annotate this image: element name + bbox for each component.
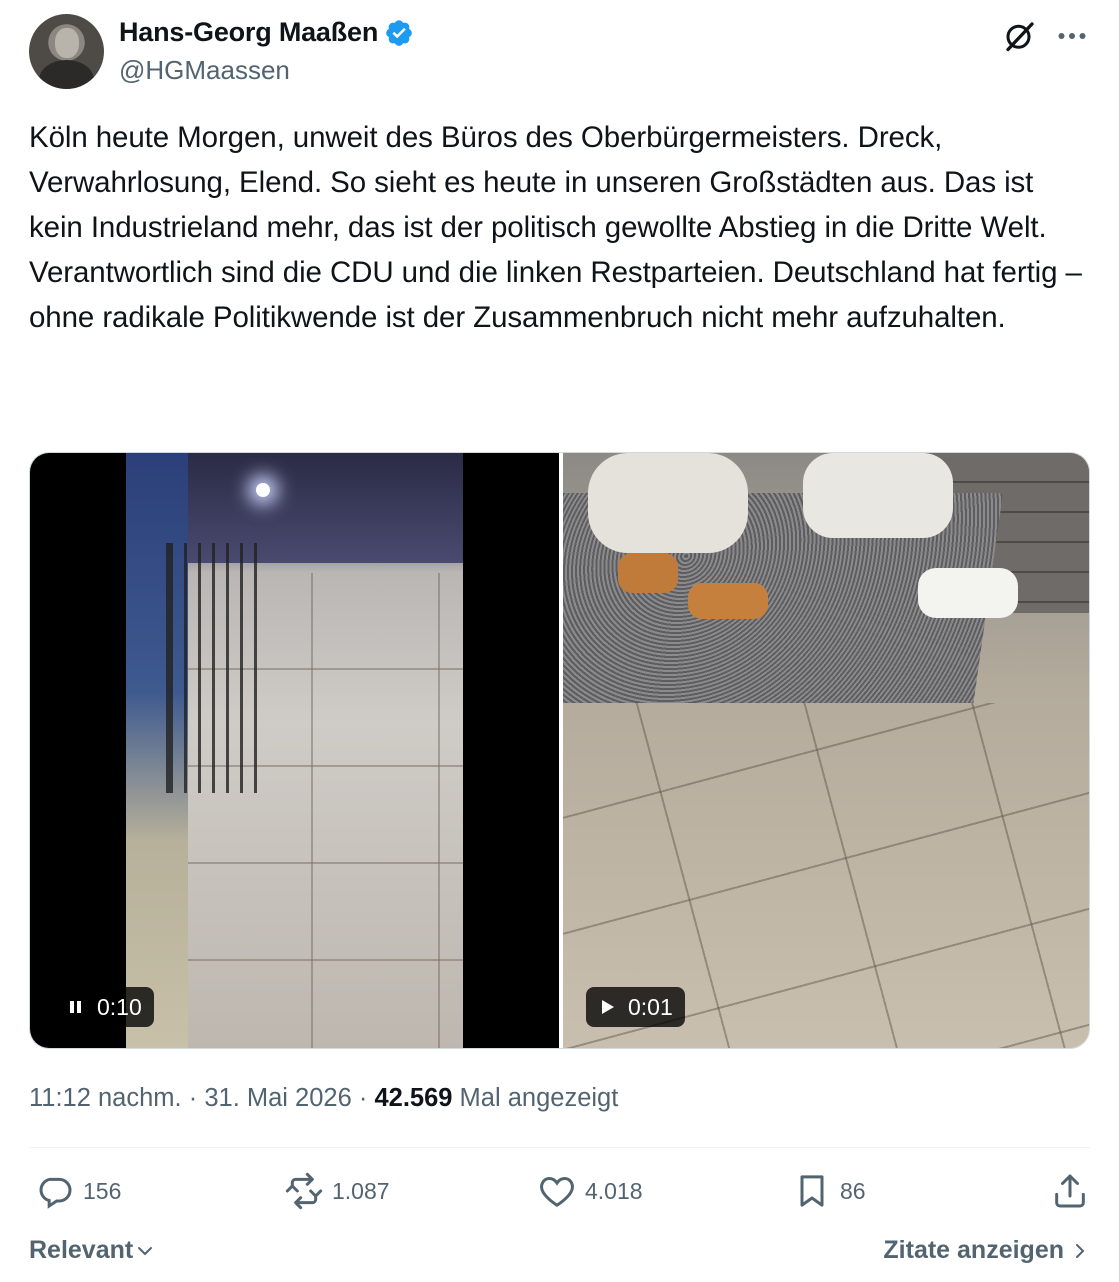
avatar[interactable] <box>29 14 104 89</box>
sort-label: Relevant <box>29 1236 134 1264</box>
chevron-right-icon <box>1076 1243 1085 1258</box>
share-icon <box>1055 1174 1085 1208</box>
reply-count: 156 <box>83 1177 122 1204</box>
view-count-label: Mal angezeigt <box>459 1084 619 1112</box>
divider <box>29 1147 1090 1148</box>
tweet-header: Hans-Georg Maaßen @HGMaassen <box>29 14 1090 90</box>
chevron-down-icon <box>138 1246 153 1255</box>
author-name[interactable]: Hans-Georg Maaßen <box>119 17 378 48</box>
heart-icon <box>540 1176 574 1207</box>
tweet-paragraph: Verantwortlich sind die CDU und die link… <box>29 256 1082 334</box>
tweet-date[interactable]: 31. Mai 2026 <box>204 1084 351 1112</box>
reply-button[interactable]: 156 <box>35 1171 121 1211</box>
video-1-duration: 0:10 <box>97 993 142 1020</box>
like-count: 4.018 <box>585 1177 643 1204</box>
sort-replies-dropdown[interactable]: Relevant <box>29 1236 155 1265</box>
repost-icon <box>285 1172 323 1210</box>
more-options-icon[interactable] <box>1054 18 1090 54</box>
tweet-paragraph: Köln heute Morgen, unweit des Büros des … <box>29 121 1047 244</box>
video-2-duration: 0:01 <box>628 993 673 1020</box>
bookmark-button[interactable]: 86 <box>792 1171 866 1211</box>
tweet-text: Köln heute Morgen, unweit des Büros des … <box>29 115 1089 340</box>
video-1-frame <box>126 453 463 1048</box>
bookmark-count: 86 <box>840 1177 866 1204</box>
avatar-face <box>55 28 79 58</box>
share-button[interactable] <box>1050 1171 1090 1211</box>
video-2-duration-badge[interactable]: 0:01 <box>586 987 685 1027</box>
avatar-shoulders <box>39 60 94 89</box>
tweet-meta: 11:12 nachm. · 31. Mai 2026 · 42.569 Mal… <box>29 1084 618 1113</box>
video-player-1[interactable]: 0:10 <box>30 453 559 1048</box>
grok-icon[interactable] <box>1002 18 1038 54</box>
verified-badge-icon <box>386 19 412 46</box>
repost-count: 1.087 <box>332 1177 390 1204</box>
reply-icon <box>39 1177 72 1209</box>
tweet-time[interactable]: 11:12 nachm. <box>29 1084 182 1112</box>
video-2-frame <box>563 453 1089 1048</box>
media-grid: 0:10 0:01 <box>29 452 1090 1049</box>
pause-icon <box>70 1001 81 1013</box>
meta-separator: · <box>358 1084 368 1112</box>
view-count: 42.569 <box>374 1084 453 1112</box>
video-player-2[interactable]: 0:01 <box>563 453 1089 1048</box>
meta-separator: · <box>188 1084 198 1112</box>
view-quotes-link[interactable]: Zitate anzeigen <box>883 1236 1090 1265</box>
author-handle[interactable]: @HGMaassen <box>119 55 290 86</box>
quotes-label: Zitate anzeigen <box>883 1236 1064 1264</box>
action-bar: 156 1.087 4.018 86 <box>29 1171 1090 1217</box>
bookmark-icon <box>800 1175 824 1207</box>
like-button[interactable]: 4.018 <box>537 1171 643 1211</box>
repost-button[interactable]: 1.087 <box>284 1171 390 1211</box>
play-icon <box>602 1000 614 1014</box>
video-1-duration-badge[interactable]: 0:10 <box>55 987 154 1027</box>
author-name-row: Hans-Georg Maaßen <box>119 17 414 48</box>
tweet-footer: Relevant Zitate anzeigen <box>29 1236 1090 1270</box>
